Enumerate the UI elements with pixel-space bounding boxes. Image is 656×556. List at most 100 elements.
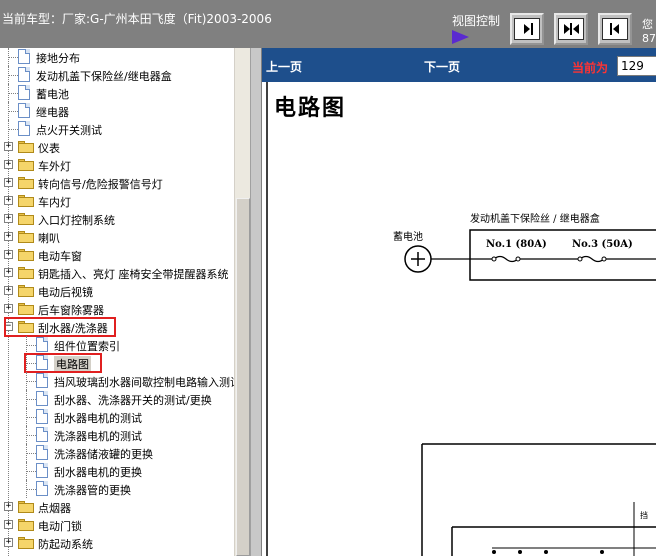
- tree-item-label[interactable]: 刮水器电机的测试: [54, 410, 142, 426]
- tree-scrollbar[interactable]: [234, 48, 250, 556]
- tree-doc-item[interactable]: 刮水器电机的测试: [0, 408, 236, 426]
- tree-doc-item[interactable]: 洗涤器管的更换: [0, 480, 236, 498]
- tree-doc-item[interactable]: 继电器: [0, 102, 236, 120]
- document-icon: [36, 391, 48, 406]
- tree-guide-line: [26, 435, 36, 436]
- first-page-button[interactable]: [598, 13, 632, 45]
- tree-item-label[interactable]: 蓄电池: [36, 86, 69, 102]
- tree-item-label[interactable]: 车外灯: [38, 158, 71, 174]
- tree-doc-item[interactable]: 刮水器、洗涤器开关的测试/更换: [0, 390, 236, 408]
- tree-item-label[interactable]: 防起动系统: [38, 536, 93, 552]
- tree-item-label[interactable]: 点火开关测试: [36, 122, 102, 138]
- expand-icon[interactable]: +: [4, 502, 13, 511]
- expand-icon[interactable]: +: [4, 196, 13, 205]
- prev-page-link[interactable]: 上一页: [266, 58, 302, 75]
- tree-guide-line: [26, 471, 36, 472]
- tree-doc-item[interactable]: 洗涤器电机的测试: [0, 426, 236, 444]
- tree-guide-line: [8, 75, 18, 76]
- tree-item-label[interactable]: 电动后视镜: [38, 284, 93, 300]
- tree-item-label[interactable]: 后车窗除雾器: [38, 302, 104, 318]
- next-page-end-icon: [514, 18, 540, 40]
- prev-page-start-icon: [602, 18, 628, 40]
- tree-item-label[interactable]: 组件位置索引: [54, 338, 120, 354]
- expand-icon[interactable]: +: [4, 142, 13, 151]
- expand-icon[interactable]: +: [4, 250, 13, 259]
- tree-item-label[interactable]: 喇叭: [38, 230, 60, 246]
- two-page-icon: [558, 18, 584, 40]
- tree-item-label[interactable]: 点烟器: [38, 500, 71, 516]
- tree-folder-item[interactable]: + 钥匙插入、亮灯 座椅安全带提醒器系统: [0, 264, 236, 282]
- tree-folder-item[interactable]: + 车内灯: [0, 192, 236, 210]
- tree-item-label[interactable]: 电动车窗: [38, 248, 82, 264]
- document-icon: [36, 445, 48, 460]
- expand-icon[interactable]: +: [4, 214, 13, 223]
- expand-icon[interactable]: +: [4, 286, 13, 295]
- tree-folder-item[interactable]: + 电动门锁: [0, 516, 236, 534]
- fuse-box-title: 发动机盖下保险丝 / 继电器盒: [470, 214, 600, 225]
- tree-folder-item[interactable]: + 车外灯: [0, 156, 236, 174]
- tree-folder-item[interactable]: + 仪表: [0, 138, 236, 156]
- tree-doc-item[interactable]: 洗涤器储液罐的更换: [0, 444, 236, 462]
- tree-doc-item[interactable]: 点火开关测试: [0, 120, 236, 138]
- two-page-view-button[interactable]: [554, 13, 588, 45]
- tree-folder-item[interactable]: + 入口灯控制系统: [0, 210, 236, 228]
- tree-doc-item[interactable]: 挡风玻璃刮水器间歇控制电路输入测试: [0, 372, 241, 390]
- tree-folder-item[interactable]: + 电动后视镜: [0, 282, 236, 300]
- expand-icon[interactable]: +: [4, 232, 13, 241]
- folder-icon: [18, 285, 34, 297]
- document-title: 电路图: [274, 95, 347, 121]
- tree-item-label[interactable]: 车内灯: [38, 194, 71, 210]
- tree-folder-item[interactable]: + 转向信号/危险报警信号灯: [0, 174, 236, 192]
- expand-icon[interactable]: +: [4, 304, 13, 313]
- document-icon: [36, 373, 48, 388]
- tree-folder-item[interactable]: + 防起动系统: [0, 534, 236, 552]
- tree-item-label[interactable]: 继电器: [36, 104, 69, 120]
- tree-item-label[interactable]: 刮水器、洗涤器开关的测试/更换: [54, 392, 212, 408]
- folder-icon: [18, 519, 34, 531]
- tree-doc-item[interactable]: 发动机盖下保险丝/继电器盒: [0, 66, 236, 84]
- tree-item-label[interactable]: 洗涤器储液罐的更换: [54, 446, 153, 462]
- pane-splitter[interactable]: [250, 48, 262, 556]
- last-page-button[interactable]: [510, 13, 544, 45]
- document-icon: [36, 463, 48, 478]
- tree-doc-item[interactable]: 接地分布: [0, 48, 236, 66]
- tree-item-label[interactable]: 接地分布: [36, 50, 80, 66]
- top-bar: 当前车型：厂家:G-广州本田飞度（Fit)2003-2006 视图控制 您 87: [0, 0, 656, 48]
- folder-icon: [18, 213, 34, 225]
- tree-item-label[interactable]: 洗涤器电机的测试: [54, 428, 142, 444]
- expand-icon[interactable]: +: [4, 268, 13, 277]
- expand-icon[interactable]: +: [4, 538, 13, 547]
- tree-item-label[interactable]: 仪表: [38, 140, 60, 156]
- folder-icon: [18, 141, 34, 153]
- current-page-input[interactable]: [617, 56, 656, 76]
- highlight-box: [4, 317, 116, 337]
- tree-doc-item[interactable]: 组件位置索引: [0, 336, 236, 354]
- tree-item-label[interactable]: 转向信号/危险报警信号灯: [38, 176, 163, 192]
- folder-icon: [18, 267, 34, 279]
- tree-item-label[interactable]: 洗涤器管的更换: [54, 482, 131, 498]
- tree-guide-line: [26, 489, 36, 490]
- expand-icon[interactable]: +: [4, 160, 13, 169]
- tree-item-label[interactable]: 钥匙插入、亮灯 座椅安全带提醒器系统: [38, 266, 229, 282]
- tree-folder-item[interactable]: + 喇叭: [0, 228, 236, 246]
- expand-icon[interactable]: +: [4, 178, 13, 187]
- tree-doc-item[interactable]: 蓄电池: [0, 84, 236, 102]
- corner-text-line1: 您: [642, 18, 653, 31]
- tree-folder-item[interactable]: + 点烟器: [0, 498, 236, 516]
- tree-guide-line: [26, 399, 36, 400]
- view-control-arrow-icon: [452, 30, 469, 44]
- tree-folder-item[interactable]: + 后车窗除雾器: [0, 300, 236, 318]
- document-page: 电路图 发动机盖下保险丝 / 继电器盒 蓄电池 No.1 (80A) No.3 …: [262, 82, 656, 556]
- tree-folder-item[interactable]: + 电动车窗: [0, 246, 236, 264]
- tree-item-label[interactable]: 刮水器电机的更换: [54, 464, 142, 480]
- tree-item-label[interactable]: 挡风玻璃刮水器间歇控制电路输入测试: [54, 374, 241, 390]
- tree-item-label[interactable]: 入口灯控制系统: [38, 212, 115, 228]
- next-page-link[interactable]: 下一页: [424, 58, 460, 75]
- document-icon: [18, 121, 30, 136]
- expand-icon[interactable]: +: [4, 520, 13, 529]
- tree-item-label[interactable]: 电动门锁: [38, 518, 82, 534]
- tree-item-label[interactable]: 发动机盖下保险丝/继电器盒: [36, 68, 172, 84]
- tree-doc-item[interactable]: 刮水器电机的更换: [0, 462, 236, 480]
- highlight-box: [24, 353, 102, 373]
- tree-scroll-thumb[interactable]: [236, 198, 250, 556]
